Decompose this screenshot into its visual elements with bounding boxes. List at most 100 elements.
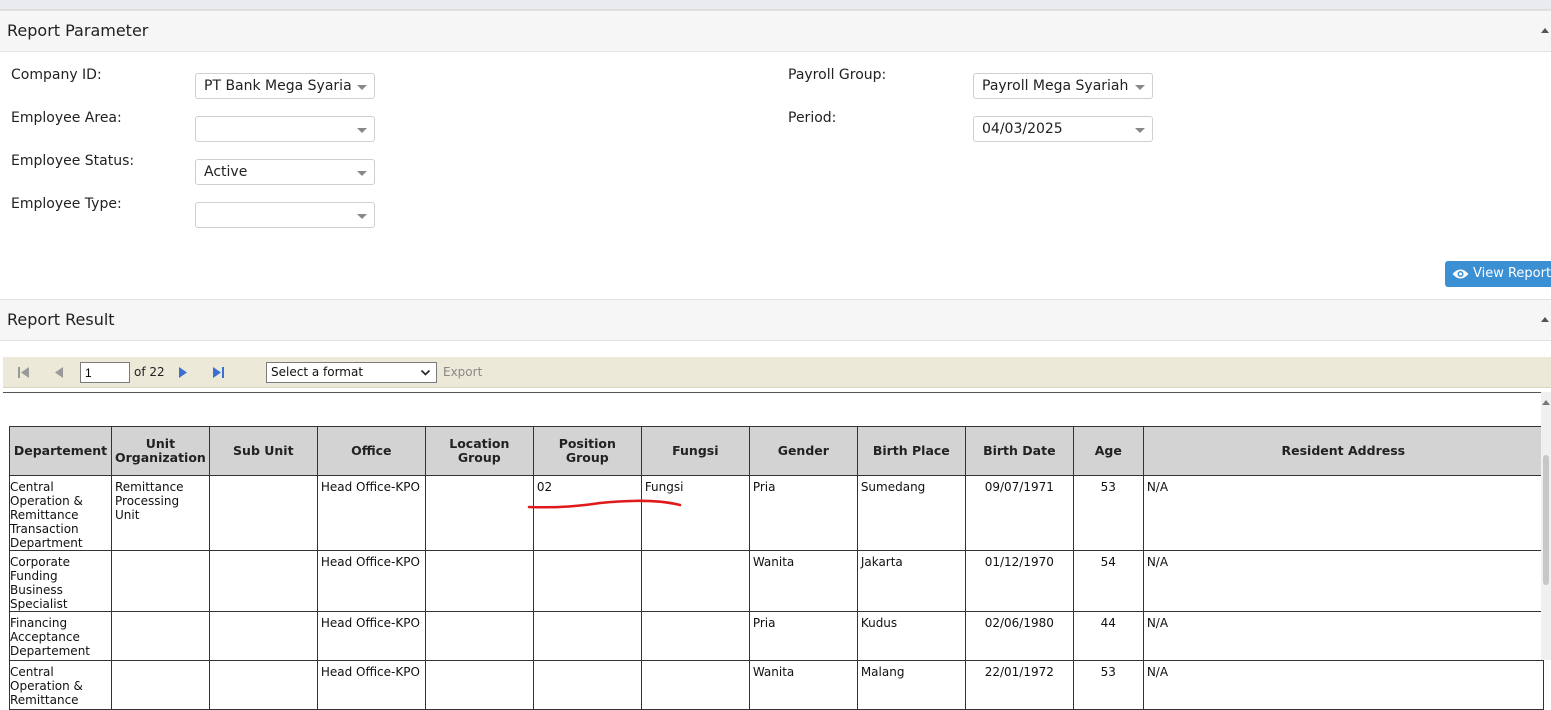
table-cell: Corporate Funding Business Specialist [9,550,112,612]
table-cell [208,660,318,710]
report-table: Departement Unit Organization Sub Unit O… [9,426,1544,710]
table-cell [111,660,210,710]
export-format-select[interactable]: Select a format [266,362,437,383]
table-cell: 53 [1072,475,1144,551]
table-row: Central Operation & Remittance Transacti… [9,475,1544,551]
table-cell [532,660,642,710]
table-cell [640,660,750,710]
chevron-down-icon [420,369,431,376]
export-link[interactable]: Export [443,365,482,379]
view-report-label: View Report [1473,266,1551,281]
top-strip [0,0,1551,10]
chevron-down-icon [357,214,367,219]
table-cell: Pria [748,475,858,551]
table-cell: Head Office-KPO [316,550,426,612]
column-header: Unit Organization [111,426,210,476]
collapse-icon[interactable] [1541,28,1549,33]
company-id-select[interactable]: PT Bank Mega Syaria [195,73,375,99]
previous-page-icon[interactable] [54,366,64,379]
table-cell [424,475,534,551]
table-cell [208,550,318,612]
column-header: Location Group [424,426,534,476]
table-cell [532,550,642,612]
payroll-group-value: Payroll Mega Syariah [982,78,1129,94]
table-cell: 01/12/1970 [964,550,1074,612]
table-cell: Wanita [748,550,858,612]
table-cell: 53 [1072,660,1144,710]
view-report-button[interactable]: View Report [1445,261,1551,287]
table-cell: Wanita [748,660,858,710]
column-header: Age [1072,426,1144,476]
payroll-group-select[interactable]: Payroll Mega Syariah [973,73,1153,99]
employee-type-select[interactable] [195,202,375,228]
table-cell: Central Operation & Remittance Transacti… [9,475,112,551]
chevron-down-icon [1135,128,1145,133]
table-cell: N/A [1142,660,1544,710]
table-cell: 02 [532,475,642,551]
table-cell [424,660,534,710]
table-cell [640,550,750,612]
payroll-group-label: Payroll Group: [788,67,887,83]
table-cell [640,611,750,661]
company-id-value: PT Bank Mega Syaria [204,78,352,94]
table-cell [424,611,534,661]
table-cell [111,550,210,612]
table-cell [208,475,318,551]
table-cell [111,611,210,661]
table-cell: Malang [856,660,966,710]
last-page-icon[interactable] [212,366,226,379]
table-cell: N/A [1142,550,1544,612]
period-value: 04/03/2025 [982,121,1063,137]
period-label: Period: [788,110,837,126]
table-cell: 44 [1072,611,1144,661]
table-row: Central Operation & Remittance Head Offi… [9,660,1544,710]
column-header: Position Group [532,426,642,476]
eye-icon [1452,269,1469,279]
report-parameter-title: Report Parameter [7,21,149,40]
table-cell: Head Office-KPO [316,611,426,661]
collapse-icon[interactable] [1541,317,1549,322]
scrollbar-thumb[interactable] [1543,455,1549,585]
first-page-icon[interactable] [17,366,31,379]
column-header: Fungsi [640,426,750,476]
table-cell: 09/07/1971 [964,475,1074,551]
report-result-header[interactable]: Report Result [0,299,1551,341]
employee-status-label: Employee Status: [11,153,135,169]
report-toolbar: of 22 Select a format Export [3,357,1551,388]
table-cell: 22/01/1972 [964,660,1074,710]
employee-area-select[interactable] [195,116,375,142]
employee-status-select[interactable]: Active [195,159,375,185]
table-header-row: Departement Unit Organization Sub Unit O… [9,426,1544,476]
page-number-input[interactable] [80,362,130,383]
employee-status-value: Active [204,164,248,180]
column-header: Birth Place [856,426,966,476]
chevron-down-icon [357,128,367,133]
column-header: Gender [748,426,858,476]
table-cell: N/A [1142,611,1544,661]
table-cell: Jakarta [856,550,966,612]
export-format-value: Select a format [271,365,364,379]
table-cell: 54 [1072,550,1144,612]
table-cell: Kudus [856,611,966,661]
scroll-up-icon[interactable] [1542,400,1550,405]
next-page-icon[interactable] [178,366,188,379]
table-cell: Head Office-KPO [316,475,426,551]
table-cell: Fungsi [640,475,750,551]
table-row: Financing Acceptance Departement Head Of… [9,611,1544,661]
report-result-title: Report Result [7,310,115,329]
table-cell: Pria [748,611,858,661]
column-header: Birth Date [964,426,1074,476]
period-select[interactable]: 04/03/2025 [973,116,1153,142]
table-cell [208,611,318,661]
table-cell: Financing Acceptance Departement [9,611,112,661]
column-header: Resident Address [1142,426,1544,476]
page-count: of 22 [134,365,165,379]
chevron-down-icon [1135,85,1145,90]
table-cell: Central Operation & Remittance [9,660,112,710]
table-cell [424,550,534,612]
table-cell: N/A [1142,475,1544,551]
table-cell: Remittance Processing Unit [111,475,210,551]
report-parameter-header[interactable]: Report Parameter [0,10,1551,52]
table-row: Corporate Funding Business Specialist He… [9,550,1544,612]
column-header: Sub Unit [208,426,318,476]
